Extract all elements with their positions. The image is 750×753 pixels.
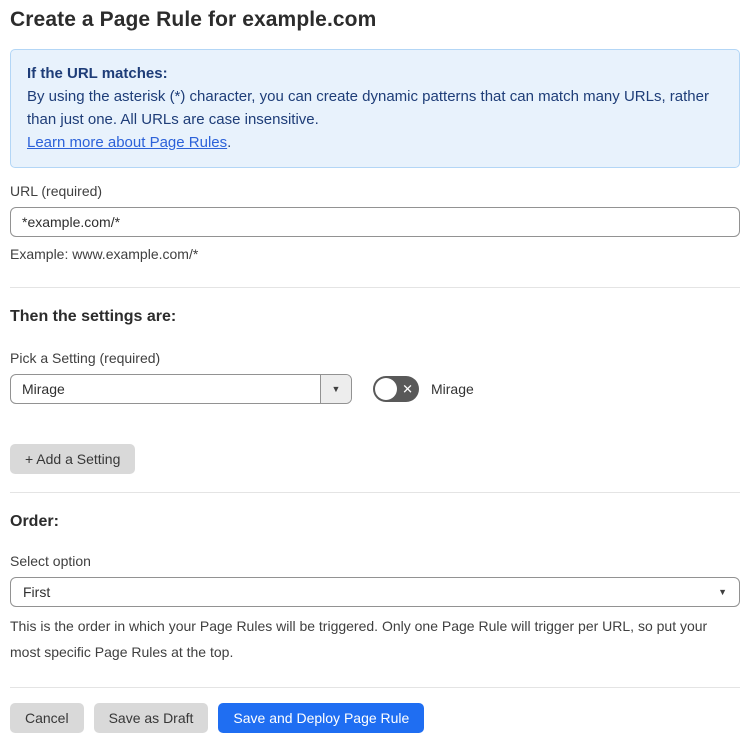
x-icon: ✕	[402, 381, 413, 397]
chevron-down-icon: ▼	[718, 586, 727, 597]
info-box-body: By using the asterisk (*) character, you…	[27, 88, 709, 128]
order-select-value: First	[23, 584, 51, 600]
setting-dropdown[interactable]: Mirage ▼	[10, 374, 352, 404]
order-select[interactable]: First ▼	[10, 577, 740, 607]
divider	[10, 287, 740, 288]
setting-row: Mirage ▼ ✕ Mirage	[10, 374, 740, 404]
add-setting-button[interactable]: + Add a Setting	[10, 444, 136, 474]
page-rule-form: Create a Page Rule for example.com If th…	[0, 0, 750, 753]
settings-section-heading: Then the settings are:	[10, 308, 177, 325]
order-section-heading: Order:	[10, 513, 59, 530]
save-and-deploy-button[interactable]: Save and Deploy Page Rule	[218, 703, 425, 733]
pick-setting-label: Pick a Setting (required)	[10, 350, 161, 366]
url-example-helper: Example: www.example.com/*	[10, 246, 199, 262]
mirage-toggle[interactable]: ✕	[373, 376, 419, 402]
learn-more-link[interactable]: Learn more about Page Rules	[27, 134, 227, 151]
info-box-heading: If the URL matches:	[27, 65, 168, 82]
order-helper-text: This is the order in which your Page Rul…	[10, 618, 708, 660]
info-box-link-line: Learn more about Page Rules.	[27, 131, 723, 154]
save-as-draft-button[interactable]: Save as Draft	[93, 703, 209, 733]
url-match-info-box: If the URL matches: By using the asteris…	[10, 49, 740, 168]
setting-dropdown-value: Mirage	[22, 381, 65, 397]
select-option-label: Select option	[10, 553, 91, 569]
url-field-label: URL (required)	[10, 183, 103, 199]
toggle-label: Mirage	[431, 381, 474, 397]
url-input[interactable]	[10, 207, 740, 237]
divider	[10, 687, 740, 688]
chevron-down-icon: ▼	[331, 383, 341, 394]
actions-row: Cancel Save as Draft Save and Deploy Pag…	[10, 703, 740, 733]
link-period: .	[227, 134, 232, 151]
setting-dropdown-arrow-button[interactable]: ▼	[320, 375, 351, 403]
toggle-knob	[375, 378, 397, 400]
divider	[10, 492, 740, 493]
cancel-button[interactable]: Cancel	[10, 703, 84, 733]
page-title: Create a Page Rule for example.com	[10, 8, 377, 31]
